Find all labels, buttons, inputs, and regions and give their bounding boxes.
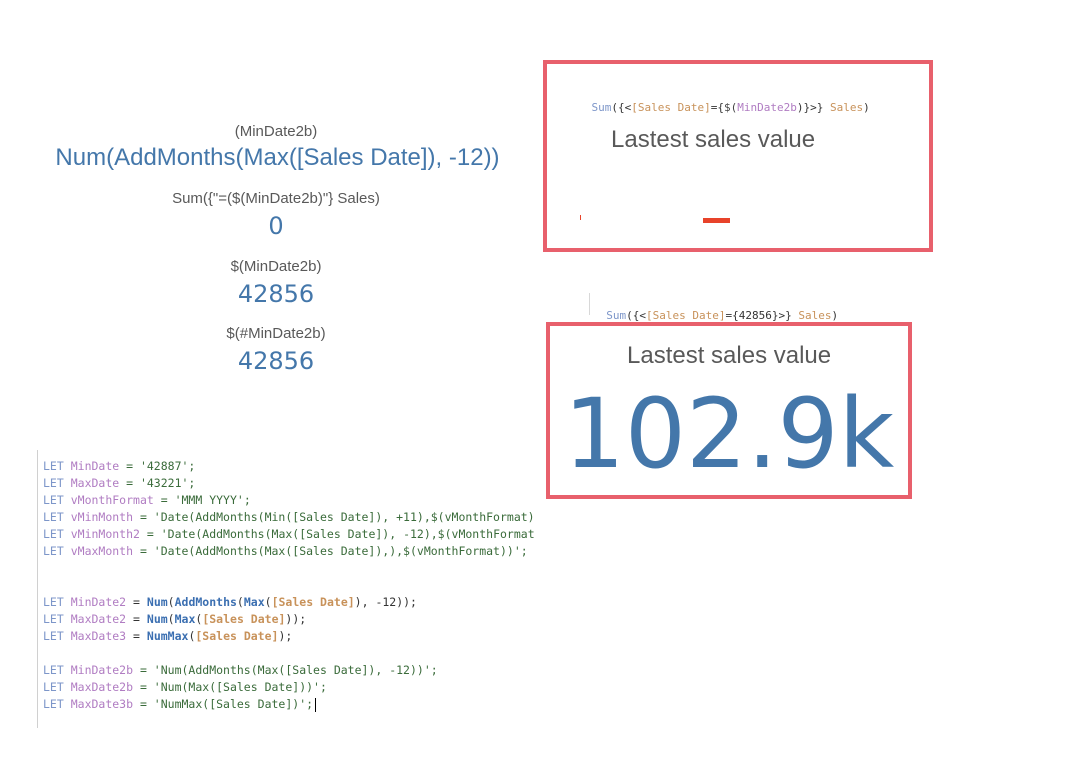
- assignment: = '42887';: [119, 459, 196, 473]
- value-sum-result: 0: [268, 212, 284, 240]
- paren: (: [167, 595, 175, 609]
- paren: (: [236, 595, 244, 609]
- expr-eq: ={: [710, 101, 724, 114]
- equals: =: [126, 595, 147, 609]
- expr-field: [Sales Date]: [646, 309, 726, 322]
- paren: (: [167, 612, 175, 626]
- expr-open: ({<: [626, 309, 646, 322]
- expr-close: )}>}: [796, 101, 830, 114]
- expr-eq: ={42856}>}: [725, 309, 799, 322]
- script-line-10: LET MinDate2b = 'Num(AddMonths(Max([Sale…: [43, 662, 438, 679]
- function-name: AddMonths: [174, 595, 237, 609]
- assignment: = '43221';: [119, 476, 196, 490]
- keyword-let: LET: [43, 680, 64, 694]
- script-line-4: LET vMinMonth = 'Date(AddMonths(Min([Sal…: [43, 509, 535, 526]
- kpi-bottom-title: Lastest sales value: [627, 342, 832, 369]
- function-name: Max: [174, 612, 196, 626]
- assignment: = 'Num(AddMonths(Max([Sales Date]), -12)…: [133, 663, 438, 677]
- var-name: vMonthFormat: [70, 493, 154, 507]
- expr-sum: Sum: [606, 309, 627, 322]
- expr-open: ({<: [611, 101, 632, 114]
- function-name: NumMax: [146, 629, 189, 643]
- rest: );: [278, 629, 293, 643]
- script-line-9: LET MaxDate3 = NumMax([Sales Date]);: [43, 628, 292, 645]
- var-name: vMaxMonth: [70, 544, 134, 558]
- keyword-let: LET: [43, 476, 64, 490]
- kpi-top-expression: Sum({<[Sales Date]={$(MinDate2b)}>} Sale…: [565, 88, 870, 127]
- kpi-top-small-mark: [580, 215, 581, 220]
- text-cursor: [315, 697, 317, 712]
- value-mindate2b-expression: Num(AddMonths(Max([Sales Date]), -12)): [55, 144, 500, 171]
- kpi-top-dash-mark: [703, 218, 730, 223]
- function-name: Num: [146, 595, 168, 609]
- label-sum-expression: Sum({"=($(MinDate2b)"} Sales): [172, 190, 380, 207]
- assignment: = 'Num(Max([Sales Date]))';: [133, 680, 327, 694]
- script-line-11: LET MaxDate2b = 'Num(Max([Sales Date]))'…: [43, 679, 327, 696]
- var-name: MinDate2b: [70, 663, 134, 677]
- rest: ));: [285, 612, 307, 626]
- var-name: MaxDate: [70, 476, 120, 490]
- expr-dollar: $(: [723, 101, 738, 114]
- script-line-1: LET MinDate = '42887';: [43, 458, 195, 475]
- label-dollar-mindate2b: $(MinDate2b): [230, 258, 322, 275]
- var-name: MaxDate3b: [70, 697, 134, 711]
- expr-measure: Sales: [829, 101, 864, 114]
- expr-measure: Sales: [798, 309, 832, 322]
- paren: (: [264, 595, 272, 609]
- value-dollar-mindate2b: 42856: [237, 280, 315, 308]
- assignment: = 'Date(AddMonths(Max([Sales Date]),),$(…: [133, 544, 528, 558]
- equals: =: [126, 629, 147, 643]
- label-mindate2b: (MinDate2b): [234, 123, 318, 140]
- keyword-let: LET: [43, 527, 64, 541]
- function-name: Max: [243, 595, 265, 609]
- script-line-3: LET vMonthFormat = 'MMM YYYY';: [43, 492, 251, 509]
- keyword-let: LET: [43, 629, 64, 643]
- assignment: = 'Date(AddMonths(Max([Sales Date]), -12…: [139, 527, 535, 541]
- var-name: MaxDate2b: [70, 680, 134, 694]
- kpi-bottom-value: 102.9k: [563, 378, 895, 490]
- script-line-6: LET vMaxMonth = 'Date(AddMonths(Max([Sal…: [43, 543, 528, 560]
- keyword-let: LET: [43, 697, 64, 711]
- equals: =: [126, 612, 147, 626]
- kpi-bottom-expression: Sum({<[Sales Date]={42856}>} Sales): [593, 296, 838, 322]
- field-name: [Sales Date]: [195, 629, 279, 643]
- value-hash-mindate2b: 42856: [237, 347, 315, 375]
- kpi-top-highlight[interactable]: Sum({<[Sales Date]={$(MinDate2b)}>} Sale…: [543, 60, 933, 252]
- var-name: vMinMonth2: [70, 527, 140, 541]
- expr-var: MinDate2b: [737, 101, 797, 114]
- field-name: [Sales Date]: [202, 612, 286, 626]
- script-line-5: LET vMinMonth2 = 'Date(AddMonths(Max([Sa…: [43, 526, 535, 543]
- var-name: MinDate: [70, 459, 120, 473]
- keyword-let: LET: [43, 493, 64, 507]
- assignment: = 'MMM YYYY';: [153, 493, 251, 507]
- script-line-7: LET MinDate2 = Num(AddMonths(Max([Sales …: [43, 594, 417, 611]
- script-editor-gutter-line: [37, 450, 38, 728]
- script-line-2: LET MaxDate = '43221';: [43, 475, 195, 492]
- assignment: = 'Date(AddMonths(Min([Sales Date]), +11…: [133, 510, 535, 524]
- expr-end: ): [831, 309, 839, 322]
- expr-field: [Sales Date]: [631, 101, 711, 114]
- var-name: MaxDate3: [70, 629, 127, 643]
- kpi-bottom-highlight[interactable]: Lastest sales value 102.9k: [546, 322, 912, 499]
- keyword-let: LET: [43, 612, 64, 626]
- kpi-top-title: Lastest sales value: [611, 126, 816, 153]
- keyword-let: LET: [43, 459, 64, 473]
- keyword-let: LET: [43, 595, 64, 609]
- var-name: vMinMonth: [70, 510, 134, 524]
- script-line-8: LET MaxDate2 = Num(Max([Sales Date]));: [43, 611, 306, 628]
- keyword-let: LET: [43, 544, 64, 558]
- assignment: = 'NumMax([Sales Date])';: [133, 697, 314, 711]
- expr-end: ): [863, 101, 870, 114]
- keyword-let: LET: [43, 663, 64, 677]
- function-name: Num: [146, 612, 168, 626]
- keyword-let: LET: [43, 510, 64, 524]
- field-name: [Sales Date]: [271, 595, 355, 609]
- kpi-bottom-expression-divider: [589, 293, 590, 315]
- var-name: MaxDate2: [70, 612, 127, 626]
- rest: ), -12));: [354, 595, 417, 609]
- label-hash-mindate2b: $(#MinDate2b): [226, 325, 326, 342]
- script-line-12: LET MaxDate3b = 'NumMax([Sales Date])';: [43, 696, 317, 713]
- var-name: MinDate2: [70, 595, 127, 609]
- expr-sum: Sum: [591, 101, 612, 114]
